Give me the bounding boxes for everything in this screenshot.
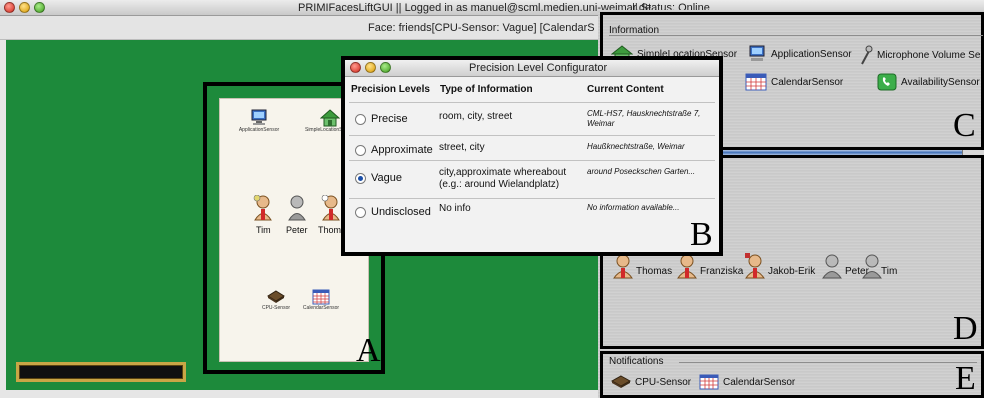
minimize-button[interactable] bbox=[19, 2, 30, 13]
face-status: Face: friends[CPU-Sensor: Vague] [Calend… bbox=[368, 22, 595, 34]
person-label[interactable]: Thomas bbox=[636, 266, 672, 277]
person-label[interactable]: Franziska bbox=[700, 266, 743, 277]
content-text: around Poseckschen Garten... bbox=[587, 167, 696, 176]
content-text: CML-HS7, Hausknechtstraße 7, Weimar bbox=[587, 109, 701, 128]
application-sensor-icon bbox=[749, 45, 765, 61]
application-sensor-icon bbox=[251, 109, 267, 125]
content-text: No information available... bbox=[587, 203, 680, 212]
dialog-title: Precision Level Configurator bbox=[469, 62, 608, 74]
column-header-content: Current Content bbox=[587, 84, 664, 95]
application-sensor-label: ApplicationSensor bbox=[238, 127, 280, 133]
person-icon bbox=[613, 254, 633, 279]
column-header-info: Type of Information bbox=[440, 84, 533, 95]
dialog-zoom-button[interactable] bbox=[380, 62, 391, 73]
info-text: city,approximate whereabout (e.g.: aroun… bbox=[439, 167, 567, 190]
application-sensor-item[interactable]: ApplicationSensor bbox=[747, 45, 852, 63]
cpu-sensor-item[interactable]: CPU-Sensor bbox=[611, 374, 691, 390]
dialog-titlebar[interactable]: Precision Level Configurator bbox=[345, 60, 719, 77]
person-label: Tim bbox=[256, 225, 271, 235]
phone-icon bbox=[877, 73, 897, 91]
label-c: C bbox=[953, 107, 976, 144]
precision-row[interactable]: Undisclosed No info No information avail… bbox=[349, 198, 715, 226]
application-sensor-item[interactable]: ApplicationSensor bbox=[224, 109, 294, 133]
person-icon bbox=[822, 254, 842, 279]
precision-dialog: Precision Level Configurator Precision L… bbox=[341, 56, 723, 256]
sensor-label: CalendarSensor bbox=[771, 76, 844, 88]
person-label[interactable]: Peter bbox=[845, 266, 869, 277]
precision-row[interactable]: Precise room, city, street CML-HS7, Haus… bbox=[349, 102, 715, 135]
level-label: Vague bbox=[371, 172, 402, 184]
label-b: B bbox=[690, 216, 713, 253]
availability-sensor-item[interactable]: AvailabilitySensor bbox=[877, 73, 980, 91]
calendar-icon bbox=[699, 374, 719, 390]
label-a: A bbox=[356, 332, 381, 369]
cpu-chip-icon bbox=[267, 290, 285, 303]
person-label: Peter bbox=[286, 225, 308, 235]
cpu-sensor-label: CPU-Sensor bbox=[261, 305, 291, 311]
notifications-title: Notifications bbox=[609, 356, 664, 367]
dialog-body: Precision Level Configurator Precision L… bbox=[345, 60, 719, 252]
precision-row[interactable]: Approximate street, city Haußknechtstraß… bbox=[349, 135, 715, 160]
person-icon bbox=[677, 254, 697, 279]
info-text: No info bbox=[439, 203, 471, 214]
info-text: room, city, street bbox=[439, 111, 513, 122]
microphone-icon bbox=[861, 45, 873, 65]
calendar-icon bbox=[745, 73, 767, 91]
precise-radio[interactable] bbox=[355, 114, 366, 125]
dialog-minimize-button[interactable] bbox=[365, 62, 376, 73]
person-label[interactable]: Jakob-Erik bbox=[768, 266, 815, 277]
person-label[interactable]: Tim bbox=[881, 266, 897, 277]
level-label: Undisclosed bbox=[371, 206, 431, 218]
microphone-sensor-item[interactable]: Microphone Volume Se bbox=[859, 45, 980, 65]
zoom-button[interactable] bbox=[34, 2, 45, 13]
cpu-sensor-item[interactable]: CPU-Sensor bbox=[254, 289, 298, 311]
house-icon bbox=[320, 109, 340, 127]
face-bar: Face: friends[CPU-Sensor: Vague] [Calend… bbox=[0, 16, 600, 40]
cpu-chip-icon bbox=[611, 375, 631, 388]
person-icon bbox=[253, 195, 272, 221]
label-d: D bbox=[953, 310, 978, 347]
info-text: street, city bbox=[439, 142, 485, 153]
close-button[interactable] bbox=[4, 2, 15, 13]
divider bbox=[679, 362, 977, 363]
divider bbox=[609, 35, 983, 36]
person-icon bbox=[745, 253, 765, 279]
sensor-label: CalendarSensor bbox=[723, 376, 796, 388]
calendar-sensor-item[interactable]: CalendarSensor bbox=[745, 73, 843, 91]
panel-e: Notifications CPU-Sensor CalendarSensor … bbox=[600, 351, 984, 398]
level-label: Approximate bbox=[371, 144, 433, 156]
label-e: E bbox=[955, 360, 976, 397]
sensor-label: AvailabilitySensor bbox=[901, 76, 980, 88]
sensor-label: Microphone Volume Se bbox=[877, 49, 981, 61]
sensor-label: ApplicationSensor bbox=[771, 48, 852, 60]
content-text: Haußknechtstraße, Weimar bbox=[587, 142, 685, 151]
screen: PRIMIFacesLiftGUI || Logged in as manuel… bbox=[0, 0, 984, 398]
calendar-sensor-item[interactable]: CalendarSensor bbox=[296, 289, 346, 311]
sensor-label: CPU-Sensor bbox=[635, 376, 692, 388]
approximate-radio[interactable] bbox=[355, 145, 366, 156]
calendar-sensor-item[interactable]: CalendarSensor bbox=[699, 374, 795, 390]
dialog-close-button[interactable] bbox=[350, 62, 361, 73]
progress-bar bbox=[16, 362, 186, 382]
person-icon bbox=[321, 195, 340, 221]
vague-radio[interactable] bbox=[355, 173, 366, 184]
precision-row[interactable]: Vague city,approximate whereabout (e.g.:… bbox=[349, 160, 715, 198]
level-label: Precise bbox=[371, 113, 408, 125]
person-icon bbox=[288, 195, 306, 221]
calendar-sensor-label: CalendarSensor bbox=[302, 305, 340, 311]
calendar-icon bbox=[312, 289, 330, 305]
undisclosed-radio[interactable] bbox=[355, 207, 366, 218]
column-header-level: Precision Levels bbox=[351, 84, 430, 95]
